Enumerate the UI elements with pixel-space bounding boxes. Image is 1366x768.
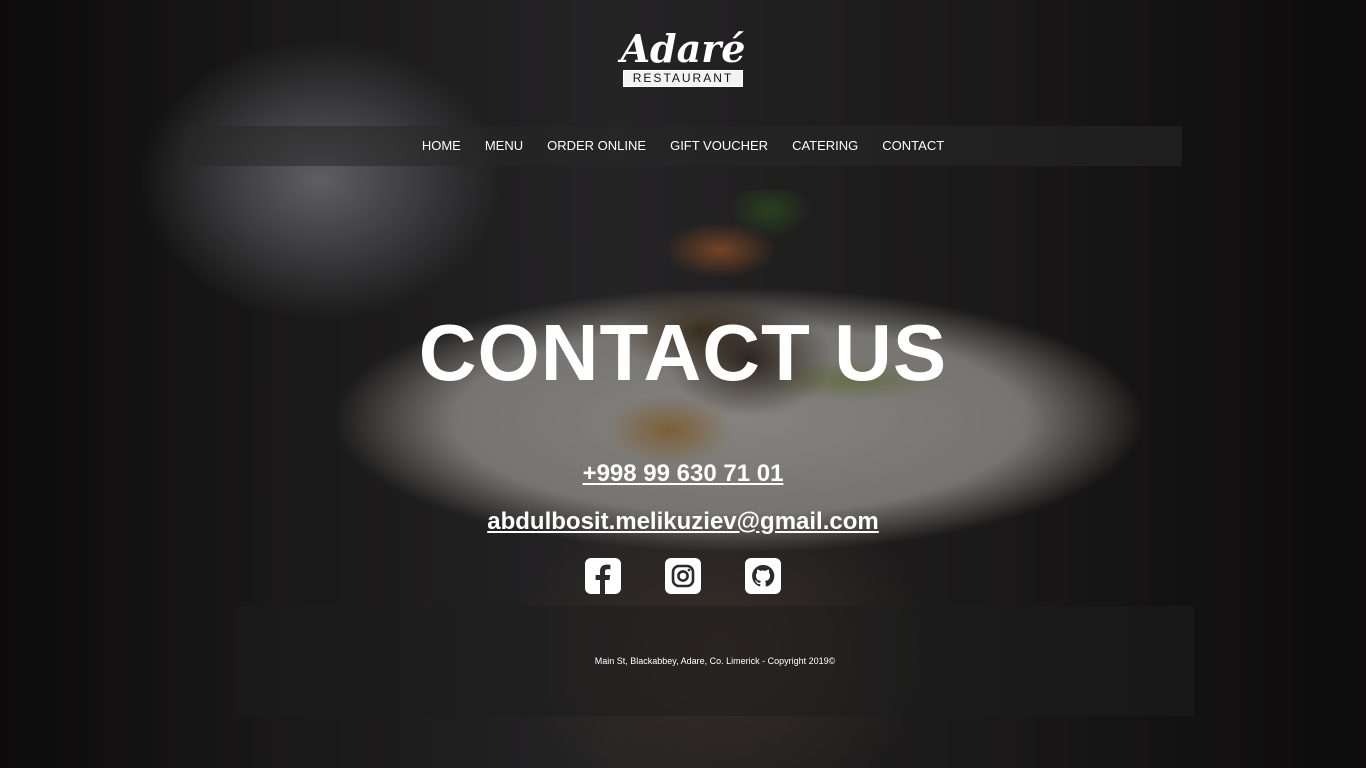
footer-text: Main St, Blackabbey, Adare, Co. Limerick…	[594, 656, 836, 666]
nav-item-menu[interactable]: MENU	[473, 126, 535, 166]
instagram-icon[interactable]	[665, 558, 701, 594]
nav-item-contact[interactable]: CONTACT	[870, 126, 956, 166]
footer: Main St, Blackabbey, Adare, Co. Limerick…	[236, 606, 1194, 716]
page-title: CONTACT US	[418, 308, 948, 397]
logo[interactable]: Adaré RESTAURANT	[0, 30, 1366, 87]
main-nav: HOME MENU ORDER ONLINE GIFT VOUCHER CATE…	[184, 126, 1182, 166]
phone-link[interactable]: +998 99 630 71 01	[0, 460, 1366, 488]
github-icon[interactable]	[745, 558, 781, 594]
page: Adaré RESTAURANT HOME MENU ORDER ONLINE …	[0, 0, 1366, 768]
email-link[interactable]: abdulbosit.melikuziev@gmail.com	[0, 508, 1366, 536]
nav-item-order-online[interactable]: ORDER ONLINE	[535, 126, 658, 166]
nav-item-gift-voucher[interactable]: GIFT VOUCHER	[658, 126, 780, 166]
nav-item-catering[interactable]: CATERING	[780, 126, 870, 166]
social-links	[0, 558, 1366, 594]
facebook-icon[interactable]	[585, 558, 621, 594]
logo-subtitle: RESTAURANT	[622, 70, 744, 87]
nav-item-home[interactable]: HOME	[410, 126, 473, 166]
logo-name: Adaré	[620, 26, 746, 71]
